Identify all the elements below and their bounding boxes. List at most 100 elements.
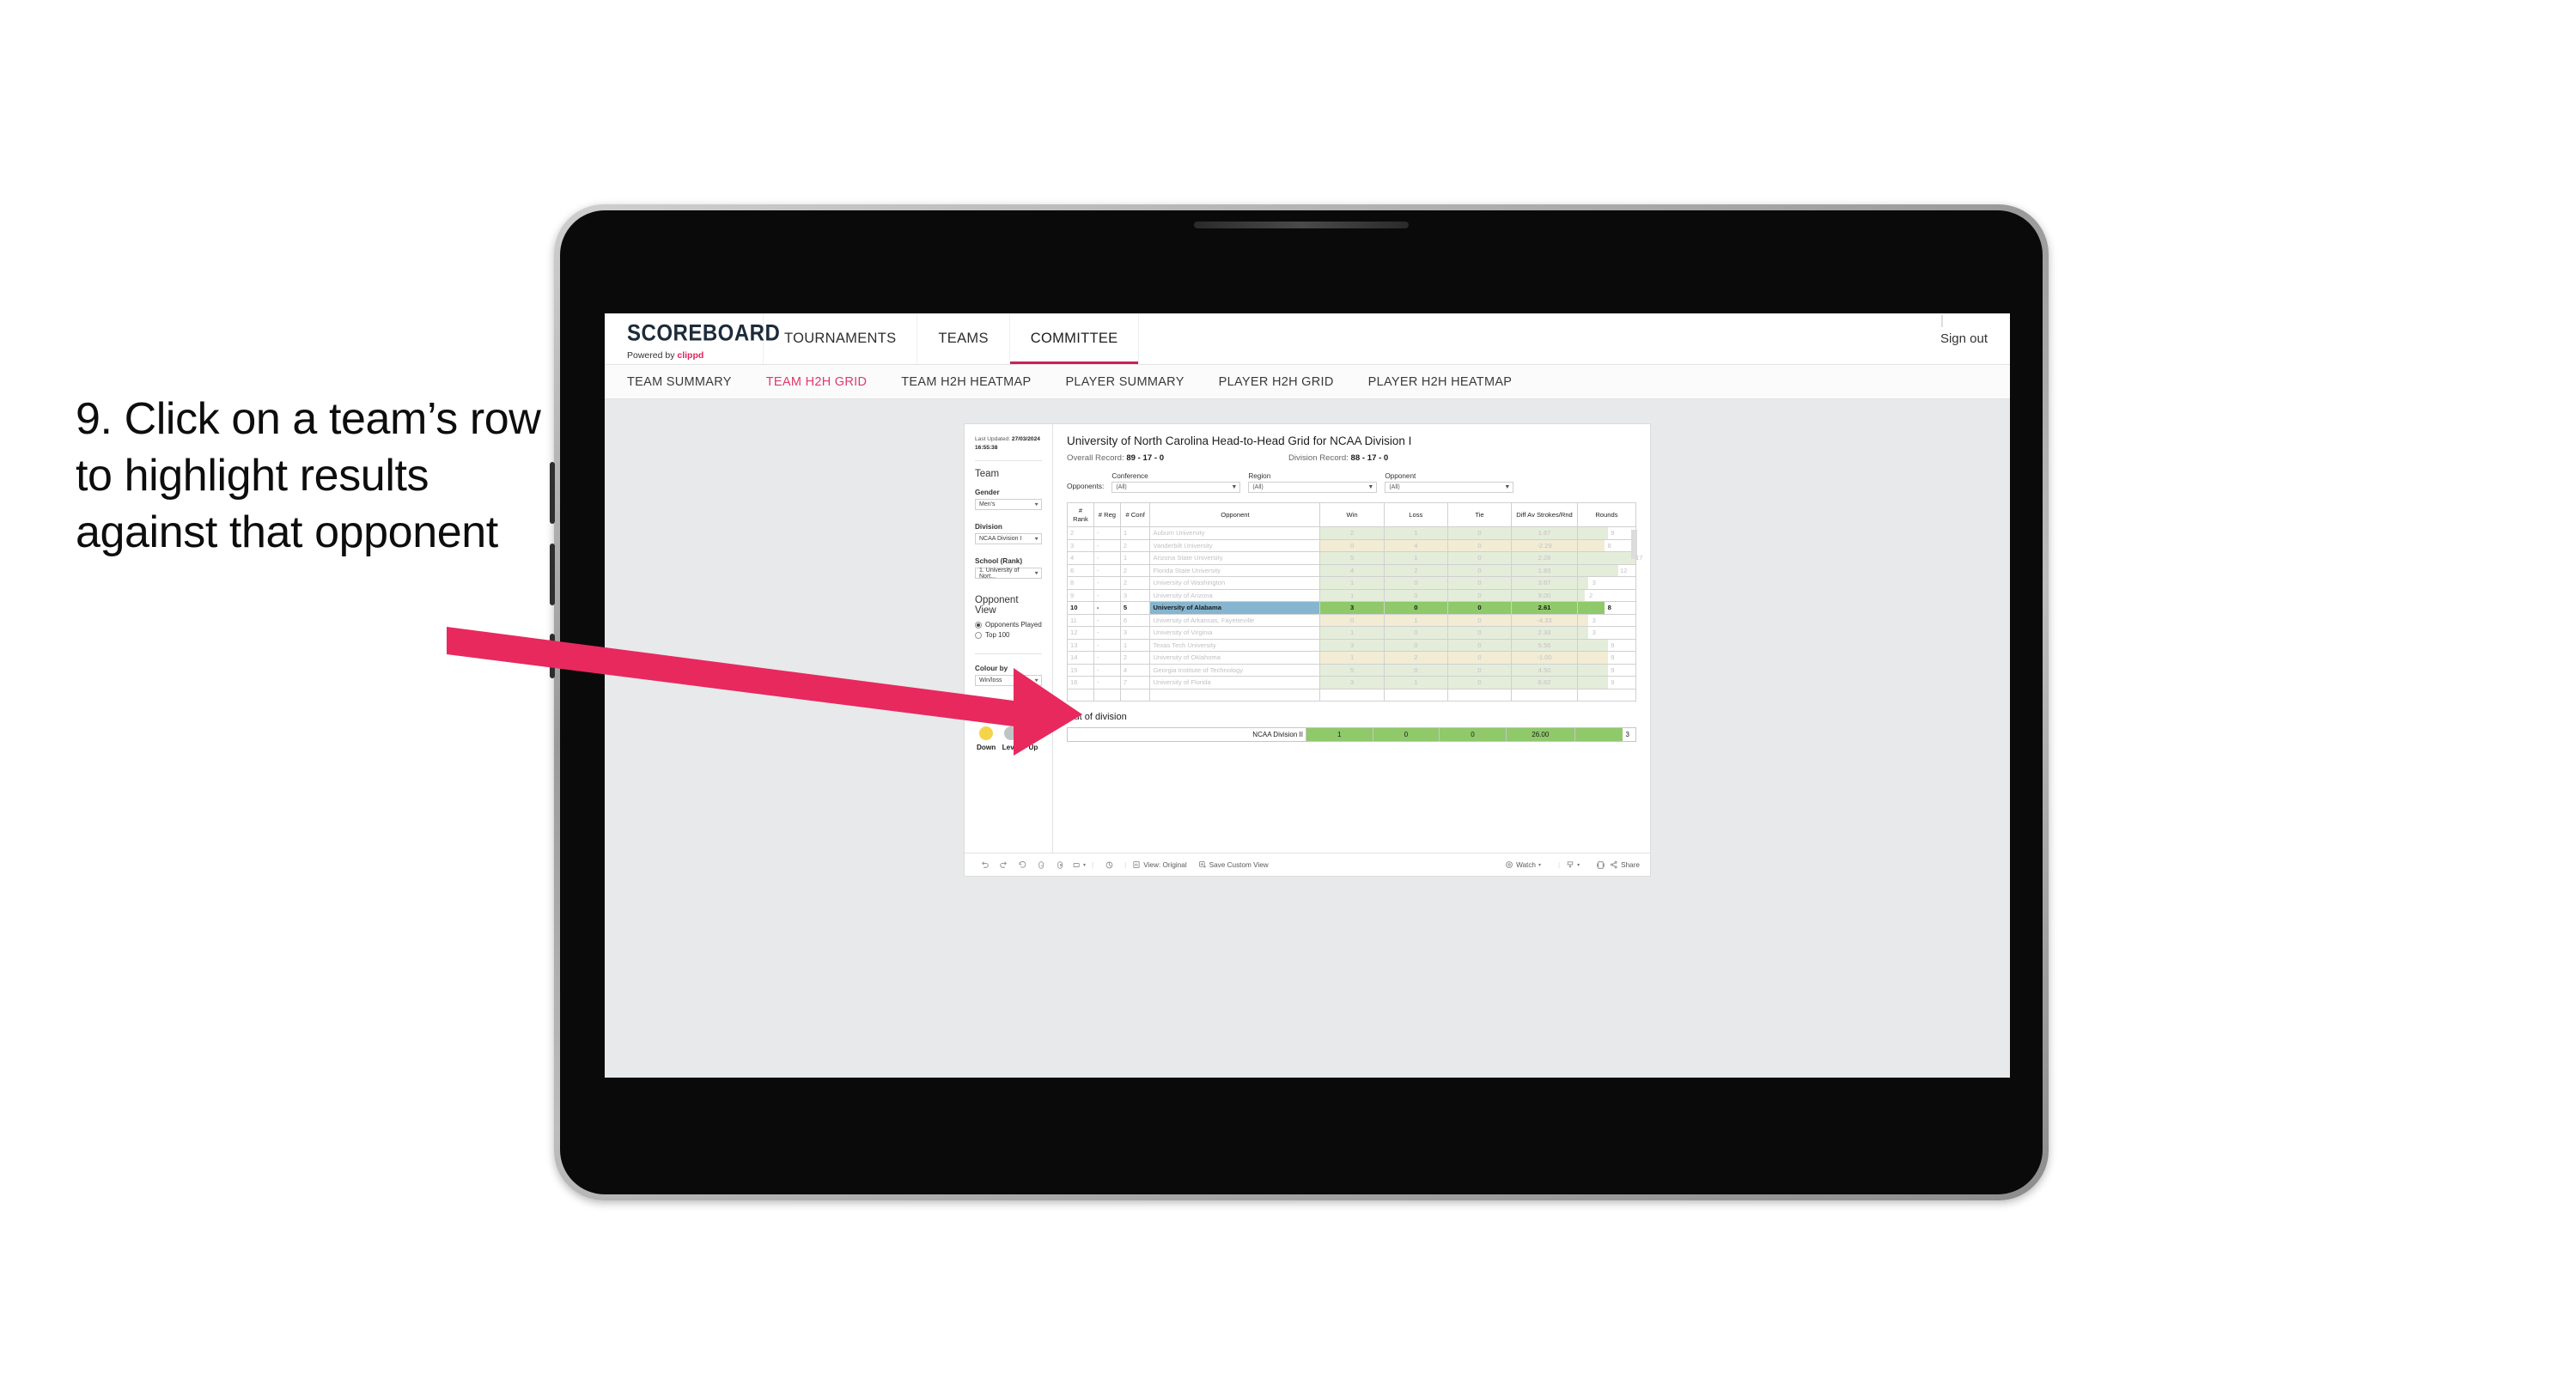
- sign-out-link[interactable]: Sign out: [1940, 331, 1988, 346]
- cell-opponent: Texas Tech University: [1149, 638, 1321, 652]
- view-original-button[interactable]: View: Original: [1132, 860, 1187, 869]
- cell-loss: 0: [1383, 626, 1448, 640]
- cell-opponent: University of Arizona: [1149, 588, 1321, 602]
- table-row[interactable]: 4-1 Arizona State University 5 1 0 2.28 17: [1067, 551, 1642, 565]
- filler-cell: [1576, 688, 1637, 702]
- viz-title: University of North Carolina Head-to-Hea…: [1067, 434, 1412, 447]
- table-row[interactable]: 3-2 Vanderbilt University 0 4 0 -2.29 8: [1067, 538, 1637, 552]
- table-row[interactable]: 2-1 Auburn University 2 1 0 1.67 9: [1067, 526, 1637, 540]
- rounds-bar: [1577, 614, 1588, 626]
- highlight-icon[interactable]: [1099, 860, 1118, 870]
- tab-team-h2h-heatmap[interactable]: TEAM H2H HEATMAP: [901, 375, 1031, 389]
- table-row[interactable]: 15-4 Georgia Institute of Technology 5 0 0 4.…: [1067, 663, 1637, 677]
- fullscreen-icon[interactable]: [1591, 860, 1610, 870]
- nav-tournaments[interactable]: TOURNAMENTS: [763, 313, 918, 364]
- cell-reg: -: [1093, 663, 1121, 677]
- cell-tie: 0: [1446, 538, 1513, 552]
- camera-speaker-strip: [1194, 222, 1409, 228]
- cell-loss: 0: [1383, 663, 1448, 677]
- rounds-value: 9: [1611, 641, 1615, 649]
- chevron-down-icon: ▼: [1032, 570, 1039, 576]
- refresh-icon[interactable]: [1032, 860, 1050, 870]
- tab-team-h2h-grid[interactable]: TEAM H2H GRID: [766, 375, 868, 389]
- volume-up-button: [550, 462, 555, 524]
- cell-win: 1: [1319, 588, 1385, 602]
- download-button[interactable]: ▾: [1566, 860, 1580, 869]
- tab-player-h2h-heatmap[interactable]: PLAYER H2H HEATMAP: [1368, 375, 1513, 389]
- redo-icon[interactable]: [994, 860, 1013, 870]
- instruction-caption: 9. Click on a team’s row to highlight re…: [76, 394, 541, 558]
- table-row[interactable]: 10-5 University of Alabama 3 0 0 2.61 8: [1067, 601, 1637, 615]
- rounds-value: 3: [1592, 579, 1596, 587]
- chevron-down-icon[interactable]: ▾: [1083, 862, 1086, 868]
- rounds-bar: [1577, 539, 1605, 551]
- primary-nav: TOURNAMENTS TEAMS COMMITTEE: [763, 313, 1140, 364]
- filler-cell: [1511, 688, 1578, 702]
- filter-label: Region: [1248, 472, 1271, 480]
- table-row[interactable]: 11-6 University of Arkansas, Fayetteville…: [1067, 613, 1637, 627]
- cell-opponent: University of Virginia: [1149, 626, 1321, 640]
- grid-table-wrapper: # Rank # Reg # Conf Opponent Win Loss Ti…: [1067, 502, 1642, 702]
- slide-canvas: 9. Click on a team’s row to highlight re…: [0, 0, 2576, 1385]
- filler-cell: [1319, 688, 1385, 702]
- region-select[interactable]: (All) ▼: [1248, 482, 1378, 493]
- nav-committee[interactable]: COMMITTEE: [1008, 313, 1140, 364]
- table-row[interactable]: 12-3 University of Virginia 1 0 0 2.33 3: [1067, 626, 1637, 640]
- cell-reg: -: [1093, 676, 1121, 689]
- cell-reg: -: [1093, 526, 1121, 540]
- col-label: Tie: [1475, 510, 1484, 519]
- cell-reg: -: [1093, 551, 1121, 565]
- division-select[interactable]: NCAA Division I ▼: [975, 533, 1042, 545]
- cell-rounds: 3: [1576, 613, 1637, 627]
- gender-select[interactable]: Men’s ▼: [975, 499, 1042, 511]
- tab-team-summary[interactable]: TEAM SUMMARY: [627, 375, 732, 389]
- revert-icon[interactable]: [1013, 860, 1032, 870]
- rounds-bar: [1577, 639, 1609, 651]
- cell-loss: 4: [1383, 538, 1448, 552]
- pause-icon[interactable]: [1050, 860, 1069, 870]
- rounds-bar: [1577, 652, 1609, 664]
- save-custom-view-button[interactable]: Save Custom View: [1198, 860, 1269, 869]
- table-row[interactable]: NCAA Division II 1 0 0 26.00 3: [1067, 727, 1637, 742]
- share-button[interactable]: Share: [1610, 860, 1640, 869]
- filler-cell: [1383, 688, 1448, 702]
- table-row[interactable]: 6-2 Florida State University 4 2 0 1.83 12: [1067, 563, 1637, 577]
- cell-rank: 9: [1067, 588, 1094, 602]
- cell-loss: 0: [1383, 601, 1448, 615]
- table-row[interactable]: 16-7 University of Florida 3 1 0 6.62 9: [1067, 676, 1637, 689]
- table-filler-row: [1067, 688, 1637, 702]
- table-row[interactable]: 14-2 University of Oklahoma 1 2 0 -1.00 9: [1067, 651, 1637, 665]
- opponent-select[interactable]: (All) ▼: [1385, 482, 1514, 493]
- grid-head: # Rank # Reg # Conf Opponent Win Loss Ti…: [1067, 502, 1637, 527]
- col-opponent: Opponent: [1149, 502, 1321, 527]
- tab-player-h2h-grid[interactable]: PLAYER H2H GRID: [1219, 375, 1334, 389]
- rounds-bar: [1577, 577, 1588, 589]
- cell-conf: 3: [1119, 588, 1151, 602]
- cell-win: 1: [1319, 651, 1385, 665]
- cell-loss: 0: [1383, 576, 1448, 590]
- conference-select[interactable]: (All) ▼: [1111, 482, 1241, 493]
- cell-tie: 0: [1446, 551, 1513, 565]
- cell-win: 3: [1319, 601, 1385, 615]
- col-reg: # Reg: [1093, 502, 1121, 527]
- grid-panel: University of North Carolina Head-to-Hea…: [1053, 424, 1650, 853]
- cell-rounds: 9: [1576, 526, 1637, 540]
- cell-conf: 2: [1119, 651, 1151, 665]
- school-select[interactable]: 1. University of Nort... ▼: [975, 568, 1042, 580]
- cell-reg: -: [1093, 626, 1121, 640]
- rounds-bar: [1577, 564, 1619, 576]
- out-of-division-table: NCAA Division II 1 0 0 26.00 3: [1067, 727, 1637, 742]
- grid-body: 2-1 Auburn University 2 1 0 1.67 9 3-2 Vanderbil…: [1067, 526, 1642, 702]
- undo-icon[interactable]: [975, 860, 994, 870]
- table-row[interactable]: 8-2 University of Washington 1 0 0 3.67 3: [1067, 576, 1637, 590]
- chevron-down-icon: ▼: [1231, 484, 1238, 490]
- cell-win: 5: [1319, 551, 1385, 565]
- table-row[interactable]: 9-3 University of Arizona 1 0 0 9.00 2: [1067, 588, 1637, 602]
- tab-player-summary[interactable]: PLAYER SUMMARY: [1065, 375, 1184, 389]
- table-row[interactable]: 13-1 Texas Tech University 3 0 0 5.56 9: [1067, 638, 1637, 652]
- fit-icon[interactable]: [1069, 860, 1083, 870]
- nav-teams[interactable]: TEAMS: [917, 313, 1010, 364]
- watch-button[interactable]: Watch ▾: [1505, 860, 1541, 869]
- cell-loss: 0: [1383, 638, 1448, 652]
- rounds-value: 9: [1611, 678, 1615, 687]
